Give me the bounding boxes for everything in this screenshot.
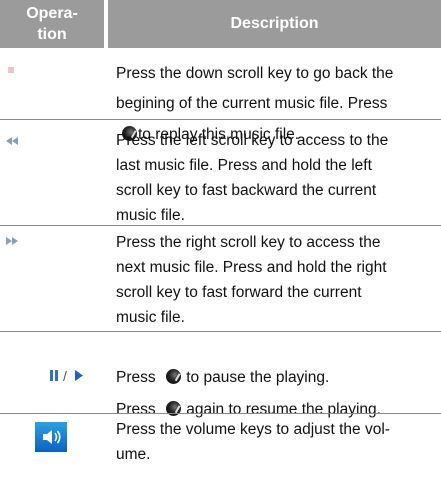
row-2-line-3: scroll key to fast backward the current [116,182,377,199]
header-operation: Opera- tion [0,0,104,48]
volume-icon [35,422,67,452]
row-divider [0,413,441,414]
row-3-description: Press the right scroll key to access the… [116,230,436,330]
press-label: Press [116,401,156,418]
pause-play-glyphs [50,370,83,381]
row-3-line-3: scroll key to fast forward the current [116,284,362,301]
row-3-line-4: music file. [116,309,185,326]
header-operation-line2: tion [37,26,67,43]
row-1-line-1: Press the down scroll key to go back the [116,65,394,82]
row-2-description: Press the left scroll key to access to t… [116,128,436,228]
row-5-line-2: ume. [116,446,151,463]
row-divider [0,119,441,120]
row-divider [0,225,441,226]
row-1-line-2: begining of the current music file. Pres… [116,95,388,112]
pause-play-icon: / [50,368,90,388]
play-key-icon [165,369,181,384]
row-4-line-1-text: to pause the playing. [186,369,330,386]
header-operation-line1: Opera- [26,5,78,22]
press-label: Press [116,369,156,386]
row-4-line-2-text: again to resume the playing. [186,401,381,418]
icon-separator: / [63,368,67,384]
row-3-line-1: Press the right scroll key to access the [116,234,381,251]
row-4-line-1: Press to pause the playing. [116,365,436,390]
rewind-icon [6,137,18,145]
header-description: Description [108,0,441,48]
speaker-glyph [43,430,61,444]
row-5-line-1: Press the volume keys to adjust the vol- [116,421,390,438]
row-3-line-2: next music file. Press and hold the righ… [116,259,387,276]
row-divider [0,331,441,332]
stop-icon [8,67,14,73]
fast-forward-icon [6,237,18,245]
row-2-line-2: last music file. Press and hold the left [116,157,372,174]
row-2-line-1: Press the left scroll key to access to t… [116,132,389,149]
row-5-description: Press the volume keys to adjust the vol-… [116,417,436,467]
